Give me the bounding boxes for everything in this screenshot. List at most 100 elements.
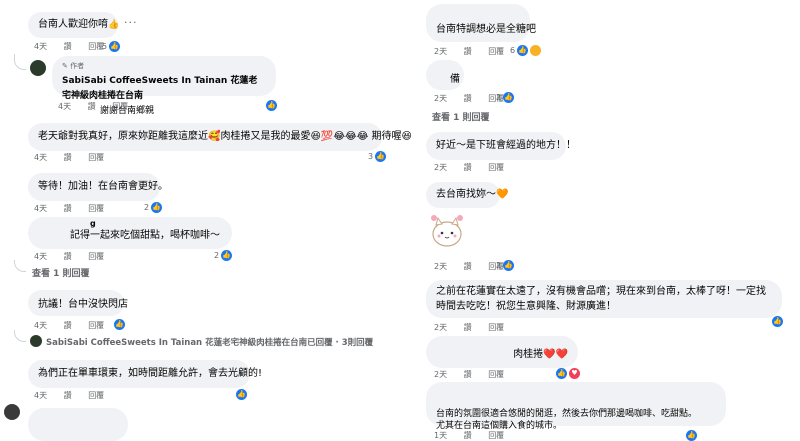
comment-text: 好近～是下班會經過的地方！！	[436, 140, 576, 151]
reply-link[interactable]: 回覆	[488, 47, 504, 56]
like-link[interactable]: 讚	[464, 163, 472, 172]
reaction-count[interactable]: 2 👍	[144, 202, 163, 213]
reply-link[interactable]: 回覆	[88, 391, 104, 400]
commenter-avatar[interactable]	[4, 404, 20, 420]
reaction-number: 6	[510, 46, 516, 55]
author-reply-bubble: ✎ 作者 SabiSabi CoffeeSweets In Tainan 花蓮老…	[52, 56, 276, 116]
comment-actions: 4天 讚 回覆	[34, 251, 118, 262]
author-avatar[interactable]	[30, 60, 46, 76]
reply-link[interactable]: 回覆	[488, 370, 504, 379]
like-link[interactable]: 讚	[464, 370, 472, 379]
comment-text: 台南人歡迎你唷	[38, 19, 108, 30]
like-link[interactable]: 讚	[88, 102, 96, 111]
comment-actions: 4天 讚 回覆	[34, 390, 118, 401]
like-reaction-icon: 👍	[503, 92, 515, 103]
like-reaction-icon: 👍	[236, 389, 247, 400]
comment-text: 肉桂捲❤️❤️	[513, 349, 568, 360]
comment-bubble: g 記得一起來吃個甜點，喝杯咖啡～	[28, 217, 232, 249]
reaction-number: 2	[496, 93, 502, 102]
thumbs-up-emoji: 👍	[108, 20, 120, 30]
like-link[interactable]: 讚	[464, 94, 472, 103]
comment-time: 4天	[34, 153, 48, 162]
reaction-count[interactable]: 👍	[114, 319, 125, 330]
comment-time: 2天	[434, 262, 448, 271]
cat-sticker-icon	[431, 215, 463, 247]
comment-text: 記得一起來吃個甜點，喝杯咖啡～	[70, 230, 220, 241]
reply-link[interactable]: 回覆	[488, 431, 504, 440]
comment-text: 老天爺對我真好，原來妳距離我這麼近🥰肉桂捲又是我的最愛😆💯😂😂😂 期待喔😆	[38, 131, 412, 142]
reaction-count[interactable]: 👍 ♥	[556, 368, 580, 379]
reaction-count[interactable]: 2 👍	[496, 260, 515, 271]
reaction-count[interactable]: 👍	[266, 100, 277, 111]
reply-link[interactable]: 回覆	[488, 323, 504, 332]
reaction-count[interactable]: 👍	[686, 430, 697, 441]
reaction-count[interactable]: 6 👍	[510, 45, 542, 56]
like-link[interactable]: 讚	[64, 153, 72, 162]
like-reaction-icon: 👍	[221, 250, 233, 261]
comment-bubble: 老天爺對我真好，原來妳距離我這麼近🥰肉桂捲又是我的最愛😆💯😂😂😂 期待喔😆	[28, 123, 412, 151]
comment-text: 去台南找妳～🧡	[436, 189, 509, 200]
like-link[interactable]: 讚	[64, 321, 72, 330]
comment-actions: 4天 讚 回覆	[34, 203, 118, 214]
reply-link[interactable]: 回覆	[88, 153, 104, 162]
comment-text: 之前在花蓮實在太遠了，沒有機會品嚐；現在來到台南，太棒了呀！一定找時間去吃吃！祝…	[436, 286, 766, 312]
comment-bubble: 台南人歡迎你唷👍	[28, 12, 120, 38]
comment-actions: 2天 讚 回覆	[434, 369, 518, 380]
like-link[interactable]: 讚	[64, 252, 72, 261]
like-reaction-icon: 👍	[556, 368, 567, 379]
view-replies-link[interactable]: 查看 1 則回覆	[32, 266, 90, 279]
right-comment-column: 台南特調想必是全糖吧 2天 讚 回覆 6 👍 備 2天 讚 回覆 2 👍 查看 1 …	[404, 0, 800, 441]
like-reaction-icon: 👍	[109, 41, 121, 52]
reaction-count[interactable]: 3 👍	[368, 151, 387, 162]
view-replies-link[interactable]: 查看 1 則回覆	[432, 110, 490, 123]
reply-link[interactable]: 回覆	[488, 163, 504, 172]
comment-actions: 1天 讚 回覆	[434, 430, 518, 441]
commenter-name[interactable]: g	[38, 219, 222, 229]
author-tag: 作者	[70, 62, 85, 70]
reaction-count[interactable]: 👍	[772, 316, 783, 327]
comment-time: 2天	[434, 323, 448, 332]
reply-link[interactable]: 回覆	[112, 102, 128, 111]
reaction-number: 3	[368, 152, 374, 161]
author-replied-link[interactable]: SabiSabi CoffeeSweets In Tainan 花蓮老宅神級肉桂…	[46, 336, 373, 348]
comment-text: 等待！加油！在台南會更好。	[38, 181, 168, 192]
comment-bubble: 台南特調想必是全糖吧	[426, 4, 536, 42]
like-link[interactable]: 讚	[464, 47, 472, 56]
comment-bubble: 為們正在單車環東，如時間距離允許，會去光顧的!	[28, 360, 262, 388]
author-avatar[interactable]	[30, 335, 42, 347]
comment-bubble: 等待！加油！在台南會更好。	[28, 173, 168, 201]
like-reaction-icon: 👍	[375, 151, 387, 162]
like-link[interactable]: 讚	[464, 323, 472, 332]
comment-time: 4天	[34, 42, 48, 51]
comment-bubble: 抗議！台中沒快閃店	[28, 290, 128, 316]
comment-bubble: 備	[426, 60, 464, 90]
reaction-count[interactable]: 5 👍	[102, 41, 121, 52]
reply-link[interactable]: 回覆	[88, 204, 104, 213]
comment-time: 2天	[434, 47, 448, 56]
reply-connector	[14, 260, 26, 272]
comment-time: 1天	[434, 431, 448, 440]
like-reaction-icon: 👍	[266, 100, 277, 111]
comment-actions: 2天 讚 回覆	[434, 322, 518, 333]
comment-text: 台南特調想必是全糖吧	[436, 24, 536, 35]
like-reaction-icon: 👍	[503, 260, 515, 271]
reaction-number: 5	[102, 42, 108, 51]
reaction-count[interactable]: 2 👍	[214, 250, 233, 261]
reply-link[interactable]: 回覆	[88, 252, 104, 261]
like-link[interactable]: 讚	[64, 391, 72, 400]
comment-time: 4天	[34, 252, 48, 261]
reaction-count[interactable]: 👍	[236, 389, 247, 400]
like-link[interactable]: 讚	[64, 204, 72, 213]
like-link[interactable]: 讚	[464, 262, 472, 271]
reply-link[interactable]: 回覆	[88, 321, 104, 330]
more-options-icon[interactable]: ···	[124, 16, 138, 29]
comment-time: 2天	[434, 370, 448, 379]
like-link[interactable]: 讚	[64, 42, 72, 51]
reaction-count[interactable]: 2 👍	[496, 92, 515, 103]
author-name[interactable]: SabiSabi CoffeeSweets In Tainan 花蓮老宅神級肉桂…	[62, 74, 266, 104]
comment-text: 為們正在單車環東，如時間距離允許，會去光顧的!	[38, 368, 263, 379]
like-link[interactable]: 讚	[464, 431, 472, 440]
like-reaction-icon: 👍	[114, 319, 125, 330]
reaction-number: 2	[144, 203, 150, 212]
comment-text: 備	[450, 74, 460, 85]
